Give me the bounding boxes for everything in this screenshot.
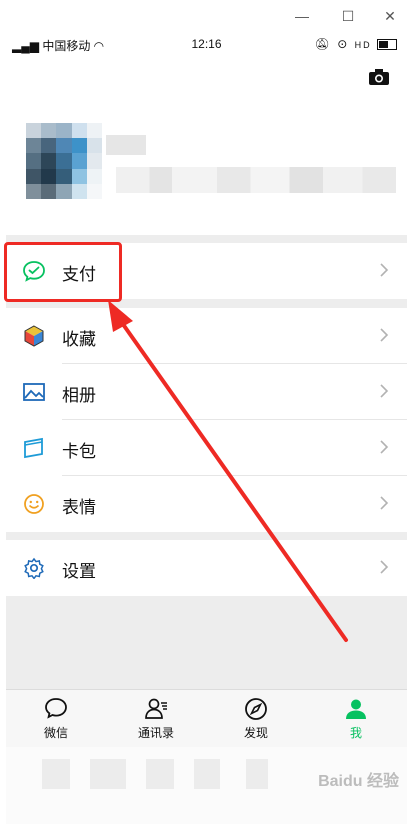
menu-label-settings: 设置 [62, 562, 96, 581]
tab-label-contacts: 通讯录 [137, 726, 174, 740]
redacted-footer: Baidu 经验 [6, 747, 407, 824]
menu-item-favorites[interactable]: 收藏 [6, 308, 407, 364]
redacted-block [90, 759, 126, 789]
menu-label-stickers: 表情 [62, 498, 96, 517]
chevron-right-icon [380, 263, 389, 277]
baidu-watermark: Baidu 经验 [318, 773, 399, 790]
chevron-right-icon [380, 384, 389, 398]
menu-item-settings[interactable]: 设置 [6, 540, 407, 596]
wechat-id-redacted [116, 167, 396, 193]
battery-icon [377, 39, 397, 51]
tab-chats[interactable]: 微信 [16, 696, 96, 741]
minimize-button[interactable]: — [290, 6, 314, 26]
me-page: 支付 收藏 相册 卡包 表情 设置 微信 通讯录 发现 我 Baidu 经验 [6, 55, 407, 824]
redacted-block [194, 759, 220, 789]
chevron-right-icon [380, 440, 389, 454]
hd-call-icon: HD [354, 40, 372, 50]
location-icon: ⊙ [337, 37, 350, 51]
bottom-tab-bar: 微信 通讯录 发现 我 [6, 689, 407, 748]
mute-icon: 🔕︎ [314, 37, 332, 51]
camera-icon[interactable] [369, 69, 389, 85]
chevron-right-icon [380, 328, 389, 342]
settings-gear-icon [24, 557, 44, 579]
menu-label-album: 相册 [62, 386, 96, 405]
status-bar: ▂▄▆ 中国移动 ◠ 12:16 🔕︎ ⊙ HD [6, 33, 407, 55]
chevron-right-icon [380, 496, 389, 510]
settings-group: 设置 [6, 540, 407, 596]
maximize-button[interactable]: ☐ [336, 6, 360, 26]
chevron-right-icon [380, 560, 389, 574]
menu-item-cards[interactable]: 卡包 [6, 420, 407, 476]
profile-header[interactable] [6, 55, 407, 235]
tools-group: 收藏 相册 卡包 表情 [6, 308, 407, 532]
contacts-icon [145, 698, 167, 719]
menu-item-album[interactable]: 相册 [6, 364, 407, 420]
menu-item-stickers[interactable]: 表情 [6, 476, 407, 532]
avatar[interactable] [26, 123, 102, 199]
chat-bubble-icon [45, 698, 67, 719]
album-icon [23, 383, 45, 401]
menu-label-cards: 卡包 [62, 442, 96, 461]
tab-discover[interactable]: 发现 [216, 696, 296, 741]
nickname-redacted [106, 135, 146, 155]
tab-label-discover: 发现 [243, 726, 268, 740]
tab-label-chats: 微信 [43, 726, 68, 740]
tab-label-me: 我 [349, 726, 362, 740]
redacted-block [42, 759, 70, 789]
compass-icon [245, 698, 267, 720]
window-title-bar: — ☐ ✕ [0, 0, 413, 33]
redacted-block [246, 759, 268, 789]
tab-contacts[interactable]: 通讯录 [116, 696, 196, 741]
tab-me[interactable]: 我 [316, 696, 396, 741]
card-wallet-icon [24, 437, 43, 459]
close-button[interactable]: ✕ [378, 6, 402, 26]
annotation-highlight-box [4, 242, 122, 302]
status-icons: 🔕︎ ⊙ HD [315, 37, 397, 51]
redacted-block [146, 759, 174, 789]
me-person-icon [346, 699, 366, 719]
favorites-cube-icon [24, 325, 44, 347]
smiley-icon [24, 494, 44, 514]
menu-label-favorites: 收藏 [62, 330, 96, 349]
